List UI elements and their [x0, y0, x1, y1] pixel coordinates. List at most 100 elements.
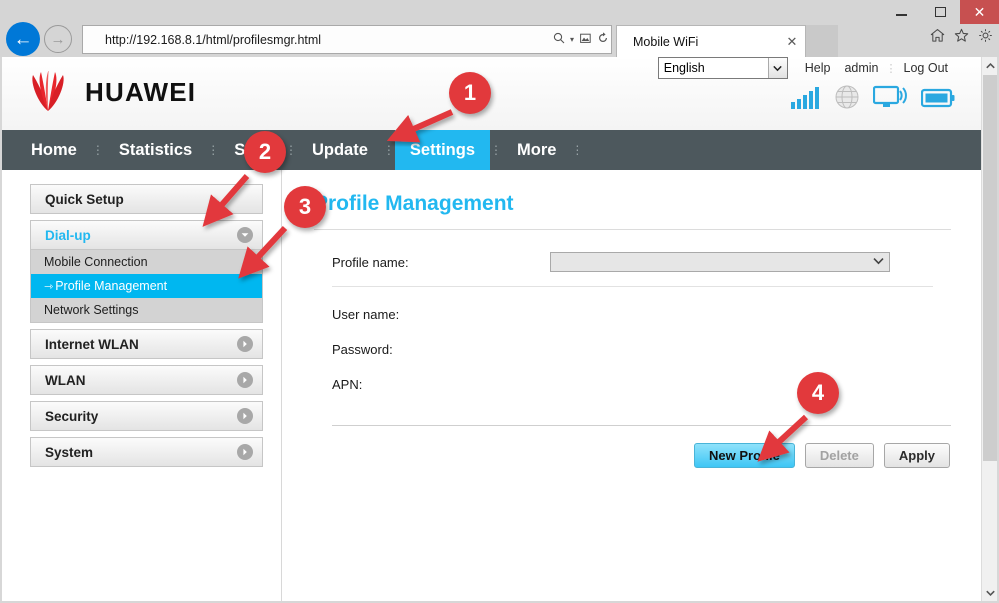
- chevron-down-icon[interactable]: [237, 227, 253, 243]
- nav-separator: ⋮: [207, 143, 220, 157]
- header-utility-bar: English Help admin ⋮ Log Out: [657, 57, 955, 79]
- address-input[interactable]: http://192.168.8.1/html/profilesmgr.html: [83, 33, 550, 47]
- browser-actions: [930, 28, 993, 46]
- title-bar: ✕: [0, 0, 999, 24]
- forward-button[interactable]: →: [44, 25, 72, 53]
- sidebar-item-label: Network Settings: [44, 303, 139, 317]
- page-viewport: English Help admin ⋮ Log Out HUAWEI Home…: [2, 57, 981, 601]
- nav-separator: ⋮: [91, 143, 104, 157]
- sidebar-item-system[interactable]: System: [30, 437, 263, 467]
- sidebar-item-label: Profile Management: [55, 279, 168, 293]
- maximize-button[interactable]: [921, 0, 960, 24]
- selected-arrow-icon: ⇾: [44, 280, 54, 293]
- back-arrow-icon: ←: [13, 28, 33, 50]
- sidebar-group-system: System: [30, 437, 263, 467]
- sidebar-item-internet-wlan[interactable]: Internet WLAN: [30, 329, 263, 359]
- nav-item-home[interactable]: Home: [16, 130, 92, 170]
- sidebar-item-network-settings[interactable]: Network Settings: [31, 298, 262, 322]
- sidebar-item-label: WLAN: [45, 372, 86, 388]
- scroll-up-button[interactable]: [982, 57, 998, 74]
- signal-bars-icon: [791, 87, 821, 114]
- sidebar-item-label: System: [45, 444, 94, 460]
- sidebar-group-security: Security: [30, 401, 263, 431]
- form-divider: [332, 286, 933, 287]
- sidebar-group-dial-up: Dial-up Mobile Connection ⇾ Profile Mana…: [30, 220, 263, 323]
- battery-icon: [920, 87, 955, 114]
- sidebar-item-label: Dial-up: [45, 227, 91, 243]
- sidebar-item-quick-setup[interactable]: Quick Setup: [30, 184, 263, 214]
- sidebar-item-dial-up[interactable]: Dial-up: [30, 220, 263, 250]
- nav-item-update[interactable]: Update: [297, 130, 383, 170]
- nav-item-settings[interactable]: Settings: [394, 130, 490, 170]
- apply-button[interactable]: Apply: [883, 443, 950, 468]
- tab-mobile-wifi[interactable]: Mobile WiFi ✕: [616, 25, 806, 57]
- gear-icon[interactable]: [978, 28, 993, 46]
- forward-arrow-icon: →: [50, 30, 66, 48]
- button-divider: [332, 425, 951, 426]
- chevron-right-icon[interactable]: [237, 444, 253, 460]
- minimize-button[interactable]: [882, 0, 921, 24]
- chevron-right-icon[interactable]: [237, 408, 253, 424]
- tab-strip: Mobile WiFi ✕: [616, 25, 838, 57]
- sidebar-item-label: Security: [45, 408, 99, 424]
- brand-name: HUAWEI: [85, 76, 197, 107]
- chevron-down-icon[interactable]: [767, 58, 787, 78]
- address-bar[interactable]: http://192.168.8.1/html/profilesmgr.html…: [82, 25, 612, 54]
- form-actions: New Profile Delete Apply: [314, 443, 951, 468]
- sidebar-menu: Quick Setup Dial-up Mobile Connection ⇾ …: [2, 170, 282, 601]
- content-area: Profile Management Profile name: User na…: [282, 170, 981, 601]
- user-name-label: User name:: [332, 307, 400, 322]
- sidebar-group-quick-setup: Quick Setup: [30, 184, 263, 214]
- apn-label: APN:: [332, 377, 363, 392]
- nav-separator: ⋮: [490, 143, 502, 157]
- sidebar-item-profile-management[interactable]: ⇾ Profile Management: [31, 274, 262, 298]
- page-title: Profile Management: [314, 192, 514, 215]
- nav-separator: ⋮: [571, 143, 584, 157]
- sidebar-item-wlan[interactable]: WLAN: [30, 365, 263, 395]
- monitor-wifi-icon: [872, 85, 907, 114]
- sidebar-item-label: Quick Setup: [45, 191, 124, 207]
- search-dropdown-icon[interactable]: ▾: [567, 35, 577, 44]
- close-window-button[interactable]: ✕: [960, 0, 999, 24]
- form-row-profile-name: Profile name:: [314, 252, 951, 272]
- annotation-marker-1: 1: [449, 72, 491, 114]
- chevron-down-icon[interactable]: [867, 256, 889, 268]
- nav-separator: ⋮: [382, 143, 395, 157]
- new-profile-button[interactable]: New Profile: [694, 443, 795, 468]
- back-button[interactable]: ←: [6, 22, 40, 56]
- vertical-scrollbar[interactable]: [981, 57, 997, 601]
- tab-close-icon[interactable]: ✕: [779, 34, 805, 50]
- profile-name-label: Profile name:: [332, 254, 409, 270]
- refresh-icon[interactable]: [594, 32, 611, 47]
- device-status-icons: [791, 85, 955, 114]
- home-icon[interactable]: [930, 28, 945, 46]
- title-divider: [314, 229, 951, 230]
- admin-user-link[interactable]: admin: [837, 61, 885, 75]
- nav-item-more[interactable]: More: [502, 130, 571, 170]
- site-header: English Help admin ⋮ Log Out HUAWEI: [2, 57, 981, 130]
- compatibility-view-icon[interactable]: [577, 32, 594, 47]
- sidebar-group-internet-wlan: Internet WLAN: [30, 329, 263, 359]
- chevron-right-icon[interactable]: [237, 372, 253, 388]
- profile-name-select[interactable]: [550, 252, 890, 272]
- sidebar-item-label: Mobile Connection: [44, 255, 148, 269]
- scroll-down-button[interactable]: [982, 584, 998, 601]
- nav-item-statistics[interactable]: Statistics: [104, 130, 207, 170]
- delete-button[interactable]: Delete: [804, 443, 874, 468]
- log-out-link[interactable]: Log Out: [897, 61, 955, 75]
- sidebar-item-label: Internet WLAN: [45, 336, 139, 352]
- language-value: English: [663, 61, 705, 75]
- star-icon[interactable]: [954, 28, 969, 46]
- annotation-marker-3: 3: [284, 186, 326, 228]
- chevron-right-icon[interactable]: [237, 336, 253, 352]
- browser-window: ✕ ← → http://192.168.8.1/html/profilesmg…: [0, 0, 999, 603]
- scrollbar-thumb[interactable]: [983, 75, 997, 461]
- sidebar-item-security[interactable]: Security: [30, 401, 263, 431]
- sidebar-item-mobile-connection[interactable]: Mobile Connection: [31, 250, 262, 274]
- globe-icon: [835, 85, 859, 114]
- search-icon[interactable]: [550, 32, 567, 47]
- help-link[interactable]: Help: [798, 61, 838, 75]
- language-select[interactable]: English: [657, 57, 788, 79]
- maximize-icon: [935, 7, 946, 17]
- minimize-icon: [896, 14, 907, 16]
